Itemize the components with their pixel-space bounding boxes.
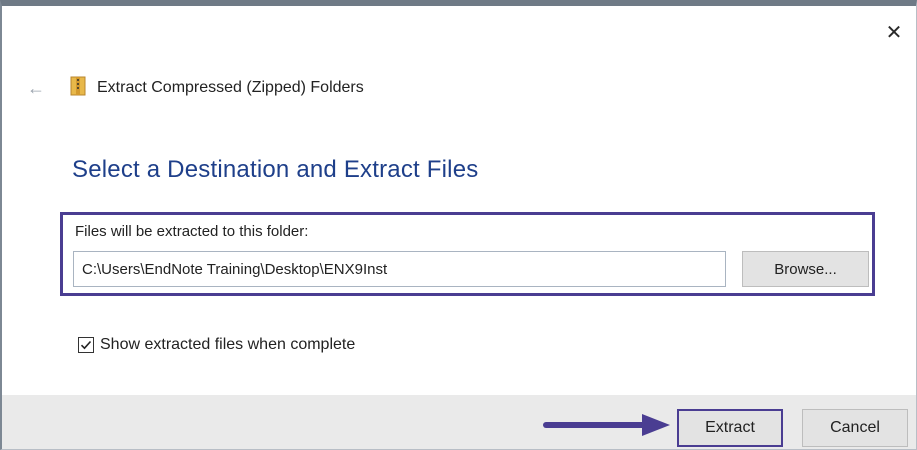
destination-path-input[interactable] bbox=[73, 251, 726, 287]
zip-folder-icon bbox=[70, 76, 86, 96]
close-icon[interactable]: ✕ bbox=[882, 20, 906, 44]
destination-group: Files will be extracted to this folder: … bbox=[60, 212, 875, 296]
show-files-checkbox[interactable] bbox=[78, 337, 94, 353]
checkmark-icon bbox=[80, 340, 92, 350]
pointer-arrow-icon bbox=[543, 414, 670, 436]
show-files-row[interactable]: Show extracted files when complete bbox=[78, 336, 355, 354]
page-heading: Select a Destination and Extract Files bbox=[72, 156, 479, 183]
extract-dialog: ✕ ← Extract Compressed (Zipped) Folders … bbox=[0, 0, 917, 450]
dialog-title: Extract Compressed (Zipped) Folders bbox=[97, 79, 364, 96]
extract-button[interactable]: Extract bbox=[677, 409, 783, 447]
show-files-label: Show extracted files when complete bbox=[100, 336, 356, 353]
browse-button[interactable]: Browse... bbox=[742, 251, 869, 287]
destination-label: Files will be extracted to this folder: bbox=[75, 223, 309, 240]
close-glyph: ✕ bbox=[885, 21, 903, 44]
cancel-button[interactable]: Cancel bbox=[802, 409, 908, 447]
back-glyph: ← bbox=[27, 77, 45, 98]
back-arrow-icon[interactable]: ← bbox=[26, 78, 46, 98]
